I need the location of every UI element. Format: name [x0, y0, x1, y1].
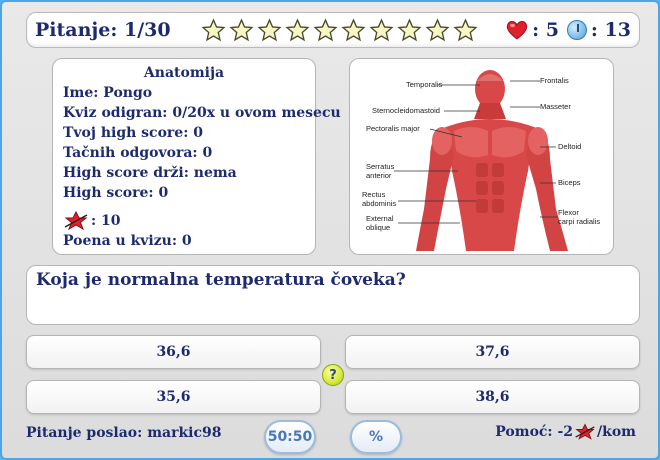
muscle-anatomy-image: Temporalis Frontalis Sternocleidomastoid… — [362, 70, 600, 251]
timer-count: : 13 — [590, 19, 631, 41]
help-cost-prefix: Pomoć: -2 — [495, 424, 574, 440]
heart-icon — [506, 21, 528, 40]
red-star-badge-icon — [64, 211, 88, 231]
quiz-points: Poena u kvizu: 0 — [63, 233, 192, 249]
red-star-badge-icon — [575, 423, 595, 440]
label-external: External — [366, 214, 394, 223]
label-carpi-radialis: carpi radialis — [558, 217, 600, 226]
percent-button[interactable]: % — [350, 420, 402, 454]
help-cost-suffix: /kom — [597, 424, 636, 440]
answer-button-3[interactable]: 35,6 — [26, 380, 321, 414]
correct-answers: Tačnih odgovora: 0 — [63, 145, 213, 161]
label-sternocleidomastoid: Sternocleidomastoid — [372, 106, 440, 115]
quiz-info-panel: Anatomija Ime: Pongo Kviz odigran: 0/20x… — [52, 58, 341, 255]
question-box: Koja je normalna temperatura čoveka? — [26, 265, 640, 325]
high-score: High score: 0 — [63, 185, 169, 201]
help-question-icon[interactable]: ? — [322, 364, 344, 386]
label-anterior: anterior — [366, 171, 392, 180]
star-icon — [257, 17, 282, 41]
label-abdominis: abdominis — [362, 199, 396, 208]
answer-button-1[interactable]: 36,6 — [26, 335, 321, 369]
star-icon — [201, 17, 226, 41]
label-flexor: Flexor — [558, 208, 579, 217]
label-rectus: Rectus — [362, 190, 386, 199]
high-score-holder: High score drži: nema — [63, 165, 237, 181]
badge-row: : 10 — [63, 211, 305, 231]
label-frontalis: Frontalis — [540, 76, 569, 85]
lives-count: : 5 — [532, 19, 559, 41]
question-image: Temporalis Frontalis Sternocleidomastoid… — [349, 58, 614, 255]
fifty-fifty-button[interactable]: 50:50 — [264, 420, 316, 454]
label-pectoralis-major: Pectoralis major — [366, 124, 420, 133]
label-oblique: oblique — [366, 223, 390, 232]
quiz-frame: Pitanje: 1/30 : 5 : 13 Anatomija Ime: Po… — [0, 0, 660, 460]
star-icon — [341, 17, 366, 41]
question-counter: Pitanje: 1/30 — [35, 19, 171, 41]
status-counters: : 5 : 13 — [506, 19, 631, 41]
label-masseter: Masseter — [540, 102, 571, 111]
answer-button-4[interactable]: 38,6 — [345, 380, 640, 414]
muscle-figure — [416, 70, 568, 251]
quiz-played: Kviz odigran: 0/20x u ovom mesecu — [63, 105, 341, 121]
question-sender: Pitanje poslao: markic98 — [26, 425, 222, 441]
star-icon — [229, 17, 254, 41]
your-high-score: Tvoj high score: 0 — [63, 125, 203, 141]
star-icon — [285, 17, 310, 41]
answer-button-2[interactable]: 37,6 — [345, 335, 640, 369]
star-rating — [201, 17, 478, 43]
label-biceps: Biceps — [558, 178, 581, 187]
star-icon — [313, 17, 338, 41]
star-icon — [425, 17, 450, 41]
top-bar: Pitanje: 1/30 : 5 : 13 — [26, 12, 640, 48]
clock-icon — [566, 20, 587, 40]
label-serratus: Serratus — [366, 162, 395, 171]
star-icon — [453, 17, 478, 41]
player-name: Ime: Pongo — [63, 85, 153, 101]
help-cost: Pomoć: -2 /kom — [495, 423, 636, 441]
badge-count: : 10 — [91, 213, 121, 229]
star-icon — [397, 17, 422, 41]
label-deltoid: Deltoid — [558, 142, 581, 151]
category-title: Anatomija — [143, 65, 225, 81]
star-icon — [369, 17, 394, 41]
question-text: Koja je normalna temperatura čoveka? — [36, 270, 406, 290]
label-temporalis: Temporalis — [406, 80, 443, 89]
